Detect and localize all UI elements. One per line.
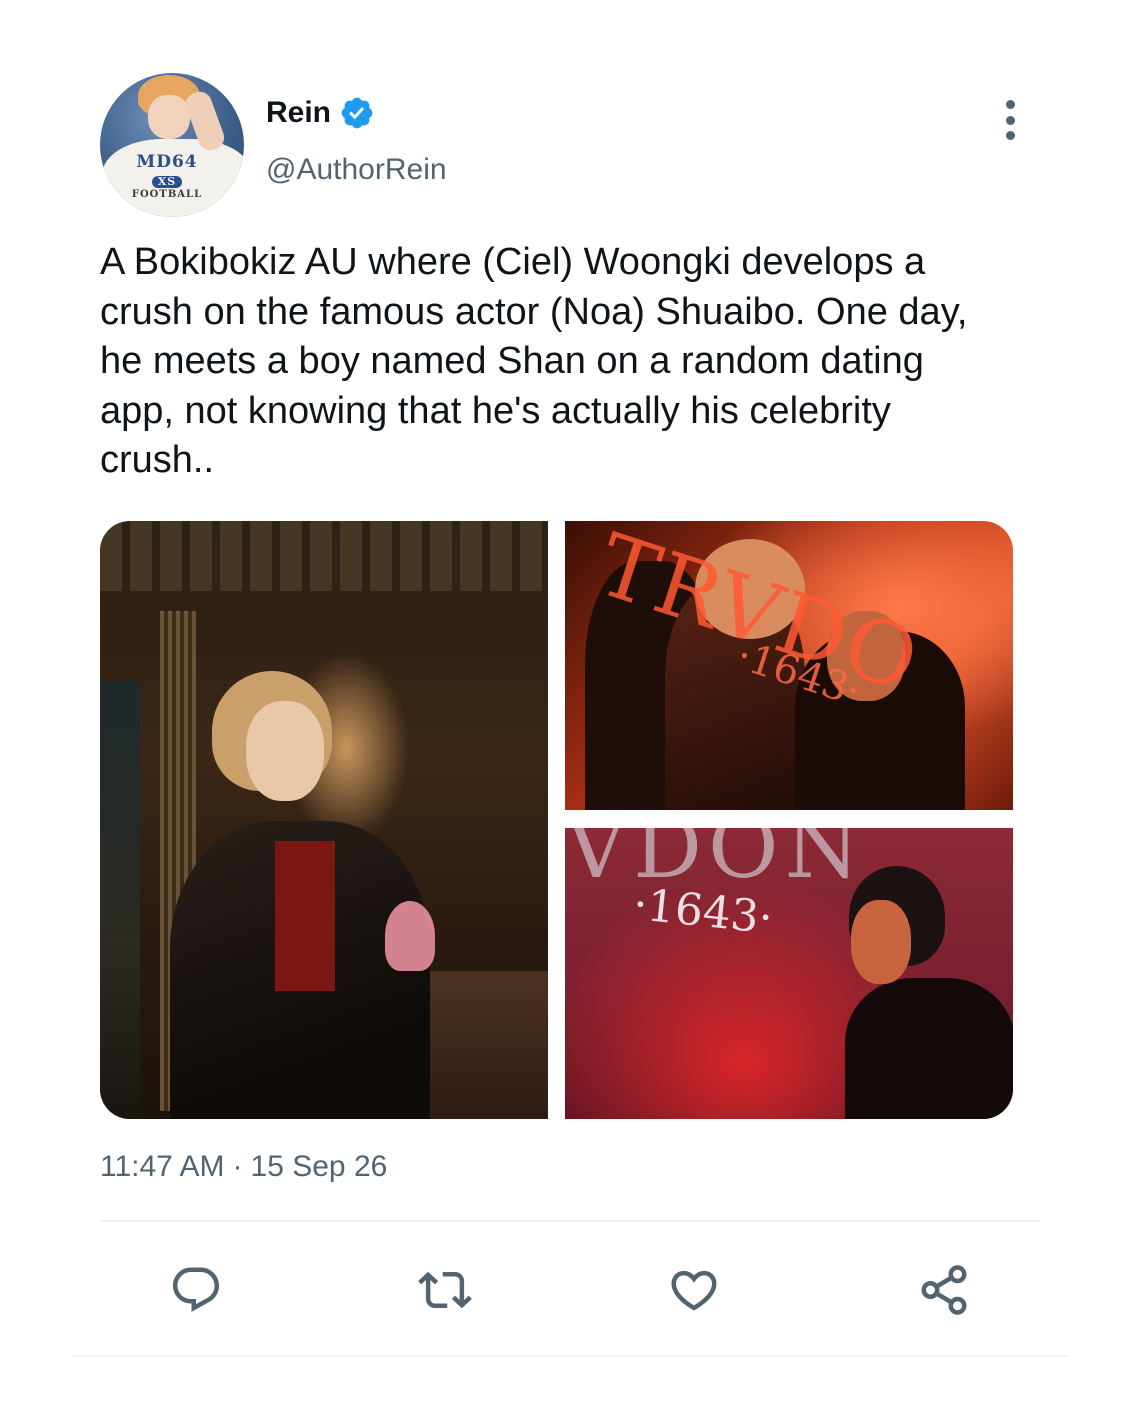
media-grid: TRVDO ·1643· VDON ·1643· xyxy=(100,521,1013,1119)
author-name-row: Rein xyxy=(266,95,375,131)
avatar[interactable]: MD64 XS FOOTBALL xyxy=(100,73,244,217)
verified-badge-icon xyxy=(341,97,373,129)
retweet-icon xyxy=(418,1271,472,1309)
tweet-time: 11:47 AM xyxy=(100,1150,225,1183)
tweet-text: A Bokibokiz AU where (Ciel) Woongki deve… xyxy=(100,241,968,481)
divider xyxy=(100,1220,1040,1222)
tweet-date: 15 Sep 26 xyxy=(250,1150,388,1183)
reply-button[interactable] xyxy=(168,1262,224,1318)
more-dot-icon xyxy=(1005,131,1015,140)
photo-red-group[interactable]: TRVDO ·1643· xyxy=(565,521,1013,810)
more-dot-icon xyxy=(1005,100,1015,109)
share-button[interactable] xyxy=(916,1262,972,1318)
photo-bar-portrait[interactable] xyxy=(100,521,548,1119)
like-button[interactable] xyxy=(666,1262,722,1318)
tweet-timestamp[interactable]: 11:47 AM · 15 Sep 26 xyxy=(100,1150,387,1184)
divider xyxy=(72,1355,1068,1357)
tweet-card: MD64 XS FOOTBALL Rein @AuthorRein A Boki… xyxy=(0,0,1140,1424)
timestamp-separator: · xyxy=(232,1150,243,1183)
more-dot-icon xyxy=(1005,115,1015,125)
avatar-shirt-print: MD64 XS FOOTBALL xyxy=(131,152,203,200)
share-icon xyxy=(921,1265,967,1315)
user-handle[interactable]: @AuthorRein xyxy=(266,153,447,187)
avatar-face xyxy=(148,95,190,139)
display-name[interactable]: Rein xyxy=(266,96,331,130)
heart-icon xyxy=(671,1270,717,1311)
photo-red-wall[interactable]: VDON ·1643· xyxy=(565,828,1013,1119)
more-options-button[interactable] xyxy=(998,100,1022,140)
retweet-button[interactable] xyxy=(417,1262,473,1318)
reply-icon xyxy=(172,1267,220,1312)
